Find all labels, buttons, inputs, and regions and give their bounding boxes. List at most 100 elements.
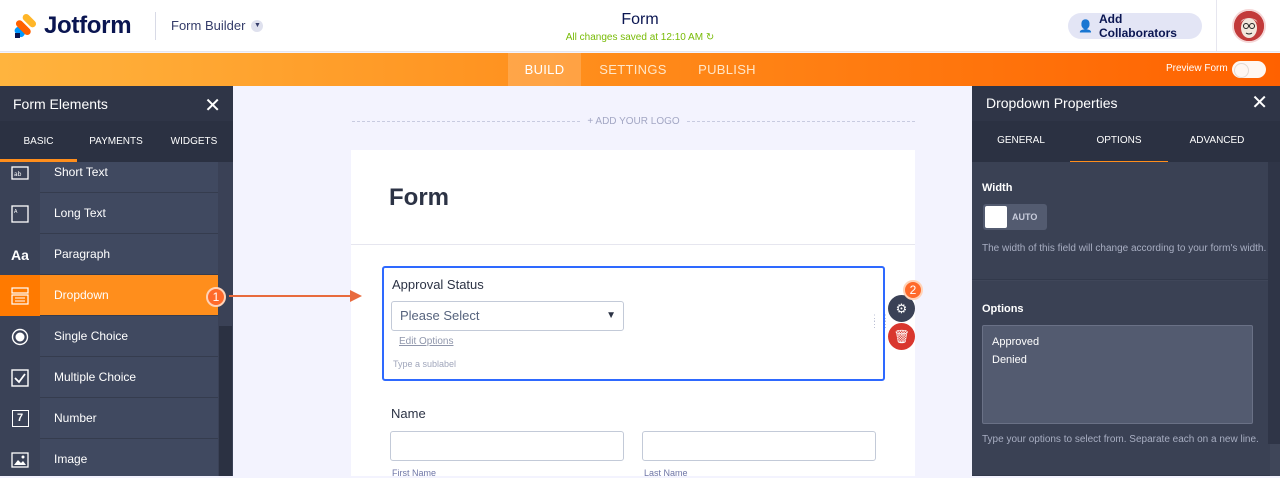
width-section: Width AUTO The width of this field will … (972, 162, 1270, 280)
number-icon: 7 (0, 398, 40, 439)
properties-header: Dropdown Properties ✕ (972, 86, 1280, 121)
toggle-knob (985, 206, 1007, 228)
close-icon[interactable]: ✕ (204, 93, 221, 118)
chevron-down-icon: ▼ (251, 19, 264, 32)
element-long-text[interactable]: A Long Text (0, 193, 218, 234)
element-label: Number (54, 411, 97, 425)
form-elements-panel: Form Elements ✕ BASIC PAYMENTS WIDGETS a… (0, 86, 233, 476)
add-collaborators-label: Add Collaborators (1098, 12, 1177, 40)
first-name-input[interactable] (390, 431, 624, 461)
form-builder-menu[interactable]: Form Builder ▼ (171, 18, 264, 33)
toggle-label: AUTO (1012, 212, 1038, 222)
jotform-logo[interactable]: Jotform (14, 12, 132, 40)
edit-options-link[interactable]: Edit Options (399, 336, 453, 347)
gear-icon: ⚙ (895, 300, 908, 316)
avatar-face-icon (1234, 11, 1264, 41)
tab-options[interactable]: OPTIONS (1070, 121, 1168, 164)
element-image[interactable]: Image (0, 439, 218, 476)
last-name-sublabel: Last Name (644, 468, 688, 478)
option-item: Approved (992, 336, 1040, 348)
image-icon (0, 439, 40, 476)
dropdown-select[interactable]: Please Select ▼ (391, 301, 624, 331)
element-single-choice[interactable]: Single Choice (0, 316, 218, 357)
refresh-icon: ↻ (705, 32, 715, 43)
dropdown-field-label[interactable]: Approval Status (392, 277, 484, 292)
element-label: Multiple Choice (54, 370, 137, 384)
annotation-badge-1: 1 (206, 287, 226, 307)
dropdown-field[interactable]: Approval Status Please Select ▼ Edit Opt… (382, 266, 885, 381)
options-textarea[interactable]: Approved Denied (982, 325, 1253, 424)
trash-icon: 🗑 (893, 328, 910, 344)
long-text-icon: A (0, 193, 40, 234)
paragraph-icon: Aa (0, 234, 40, 275)
tab-build[interactable]: BUILD (508, 53, 581, 86)
properties-title: Dropdown Properties (986, 95, 1118, 111)
element-paragraph[interactable]: Aa Paragraph (0, 234, 218, 275)
svg-text:ab: ab (14, 171, 22, 178)
element-number[interactable]: 7 Number (0, 398, 218, 439)
sublabel-input[interactable]: Type a sublabel (393, 359, 456, 369)
single-choice-icon (0, 316, 40, 357)
element-label: Single Choice (54, 329, 129, 343)
add-logo-area[interactable]: + ADD YOUR LOGO (352, 116, 915, 128)
top-bar: Jotform Form Builder ▼ Form All changes … (0, 0, 1280, 52)
add-logo-wrap: + ADD YOUR LOGO (352, 116, 915, 127)
element-label: Image (54, 452, 88, 466)
paragraph-glyph: Aa (11, 246, 29, 263)
jotform-logo-icon (14, 13, 37, 38)
drag-handle-icon[interactable]: ⋮⋮⋮⋮ (870, 314, 890, 333)
chevron-down-icon: ▼ (606, 310, 616, 321)
divider (1216, 0, 1217, 52)
width-auto-toggle[interactable]: AUTO (983, 204, 1047, 230)
element-multiple-choice[interactable]: Multiple Choice (0, 357, 218, 398)
element-dropdown[interactable]: Dropdown (0, 275, 218, 316)
add-collaborators-button[interactable]: 👤 Add Collaborators (1068, 12, 1202, 40)
properties-tabs: GENERAL OPTIONS ADVANCED (972, 121, 1280, 164)
dropdown-icon (0, 275, 40, 316)
form-card: Form Approval Status Please Select ▼ Edi… (351, 150, 915, 478)
width-label: Width (982, 182, 1013, 194)
annotation-arrow (229, 295, 353, 297)
app-name: Jotform (44, 12, 132, 39)
options-label: Options (982, 303, 1024, 315)
scrollbar[interactable] (219, 326, 232, 476)
tab-advanced[interactable]: ADVANCED (1168, 121, 1266, 161)
element-label: Short Text (54, 165, 108, 179)
short-text-icon: ab (0, 162, 40, 193)
form-builder-label: Form Builder (171, 18, 246, 33)
tab-settings[interactable]: SETTINGS (596, 53, 670, 86)
tab-general[interactable]: GENERAL (972, 121, 1070, 161)
builder-navbar: BUILD SETTINGS PUBLISH Preview Form (0, 53, 1280, 86)
form-elements-tabs: BASIC PAYMENTS WIDGETS (0, 121, 233, 162)
delete-field-button[interactable]: 🗑 (888, 323, 915, 350)
element-label: Long Text (54, 206, 106, 220)
form-title[interactable]: Form (540, 11, 740, 29)
annotation-arrow-head (350, 290, 362, 302)
form-elements-header: Form Elements ✕ (0, 86, 233, 121)
tab-basic[interactable]: BASIC (0, 121, 77, 162)
first-name-sublabel: First Name (392, 468, 437, 478)
name-field-label[interactable]: Name (391, 406, 426, 421)
width-description: The width of this field will change acco… (982, 243, 1267, 254)
annotation-badge-2: 2 (903, 280, 923, 300)
user-icon: 👤 (1078, 19, 1093, 33)
preview-form-toggle[interactable] (1232, 61, 1266, 78)
avatar[interactable] (1232, 9, 1266, 43)
tab-payments[interactable]: PAYMENTS (77, 121, 155, 162)
element-list: ab Short Text A Long Text Aa Paragraph D… (0, 162, 218, 476)
number-glyph: 7 (11, 410, 29, 427)
scrollbar[interactable] (1268, 162, 1280, 444)
select-placeholder: Please Select (400, 308, 480, 323)
svg-text:A: A (14, 209, 18, 215)
close-icon[interactable]: ✕ (1251, 93, 1268, 113)
tab-widgets[interactable]: WIDGETS (155, 121, 233, 162)
divider (351, 244, 915, 245)
option-item: Denied (992, 354, 1027, 366)
last-name-input[interactable] (642, 431, 876, 461)
form-heading[interactable]: Form (389, 184, 449, 212)
tab-publish[interactable]: PUBLISH (694, 53, 760, 86)
element-label: Dropdown (54, 288, 109, 302)
save-status: All changes saved at 12:10 AM ↻ (520, 32, 760, 43)
save-status-text: All changes saved at 12:10 AM (565, 32, 704, 43)
element-short-text[interactable]: ab Short Text (0, 162, 218, 193)
